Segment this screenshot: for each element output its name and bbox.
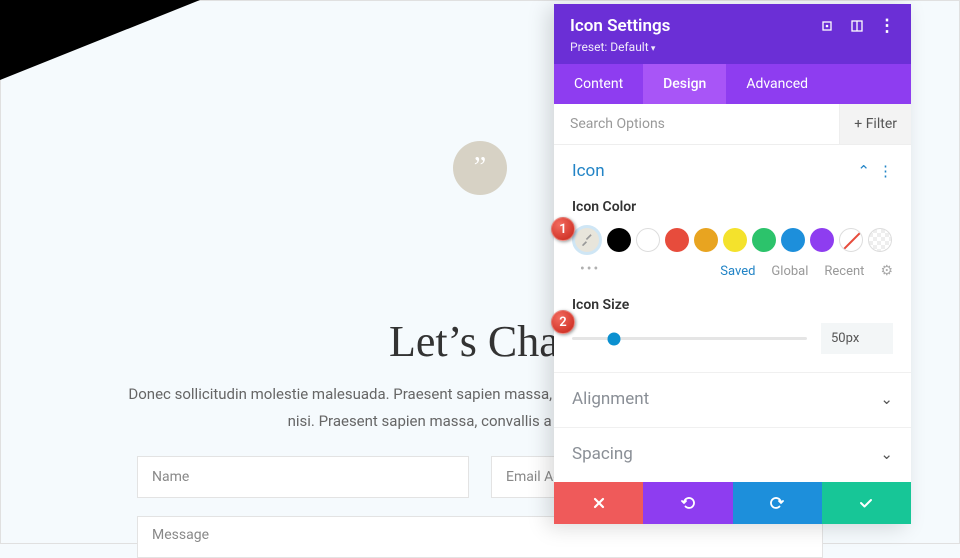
swatch-green[interactable]	[752, 228, 776, 252]
tab-design[interactable]: Design	[643, 64, 726, 104]
slider-thumb[interactable]	[608, 332, 621, 345]
more-icon[interactable]: ⋮	[879, 18, 895, 34]
save-button[interactable]	[822, 482, 911, 524]
palette-tabs: Saved Global Recent ⚙	[572, 263, 893, 279]
expand-icon[interactable]	[819, 18, 835, 34]
palette-tab-global[interactable]: Global	[771, 264, 808, 279]
swatch-blue[interactable]	[781, 228, 805, 252]
settings-panel: Icon Settings ⋮ Preset: Default Content …	[554, 4, 911, 524]
section-spacing-title: Spacing	[572, 444, 633, 464]
search-input[interactable]: Search Options	[554, 104, 839, 144]
icon-size-label: Icon Size	[572, 297, 893, 313]
gear-icon[interactable]: ⚙	[880, 263, 893, 279]
name-field[interactable]: Name	[137, 456, 469, 498]
panel-header: Icon Settings ⋮ Preset: Default	[554, 4, 911, 64]
chevron-down-icon[interactable]: ⌄	[880, 390, 893, 408]
swatch-white[interactable]	[636, 228, 660, 252]
section-icon: Icon ⌃ ⋮ Icon Color ••• Saved Global Rec…	[554, 145, 911, 373]
panel-footer	[554, 482, 911, 524]
filter-button[interactable]: + Filter	[839, 104, 911, 144]
swatch-purple[interactable]	[810, 228, 834, 252]
wireframe-icon[interactable]	[849, 18, 865, 34]
eyedropper-swatch[interactable]	[572, 225, 602, 255]
slider-track[interactable]	[572, 337, 807, 340]
cancel-button[interactable]	[554, 482, 643, 524]
icon-color-label: Icon Color	[572, 199, 893, 215]
color-swatches	[572, 225, 893, 255]
swatch-red[interactable]	[665, 228, 689, 252]
tab-advanced[interactable]: Advanced	[726, 64, 828, 104]
tabs: Content Design Advanced	[554, 64, 911, 104]
annotation-1: 1	[551, 217, 575, 241]
swatch-yellow[interactable]	[723, 228, 747, 252]
chevron-down-icon[interactable]: ⌄	[880, 445, 893, 463]
palette-tab-recent[interactable]: Recent	[824, 264, 864, 279]
panel-title: Icon Settings	[570, 16, 670, 36]
swatch-orange[interactable]	[694, 228, 718, 252]
palette-tab-saved[interactable]: Saved	[720, 264, 755, 279]
swatch-none[interactable]	[839, 228, 863, 252]
swatch-black[interactable]	[607, 228, 631, 252]
section-more-icon[interactable]: ⋮	[878, 164, 893, 179]
preset-dropdown[interactable]: Preset: Default	[570, 40, 895, 54]
swatch-transparent[interactable]	[868, 228, 892, 252]
tab-content[interactable]: Content	[554, 64, 643, 104]
annotation-2: 2	[551, 310, 575, 334]
section-alignment[interactable]: Alignment ⌄	[554, 373, 911, 428]
redo-button[interactable]	[733, 482, 822, 524]
search-row: Search Options + Filter	[554, 104, 911, 145]
quote-icon[interactable]: ”	[453, 141, 507, 195]
section-icon-title[interactable]: Icon	[572, 161, 605, 181]
icon-size-slider: 50px	[572, 323, 893, 354]
section-spacing[interactable]: Spacing ⌄	[554, 428, 911, 482]
undo-button[interactable]	[643, 482, 732, 524]
collapse-icon[interactable]: ⌃	[857, 162, 870, 180]
decorative-triangle	[0, 0, 200, 80]
section-alignment-title: Alignment	[572, 389, 649, 409]
slider-value[interactable]: 50px	[821, 323, 893, 354]
